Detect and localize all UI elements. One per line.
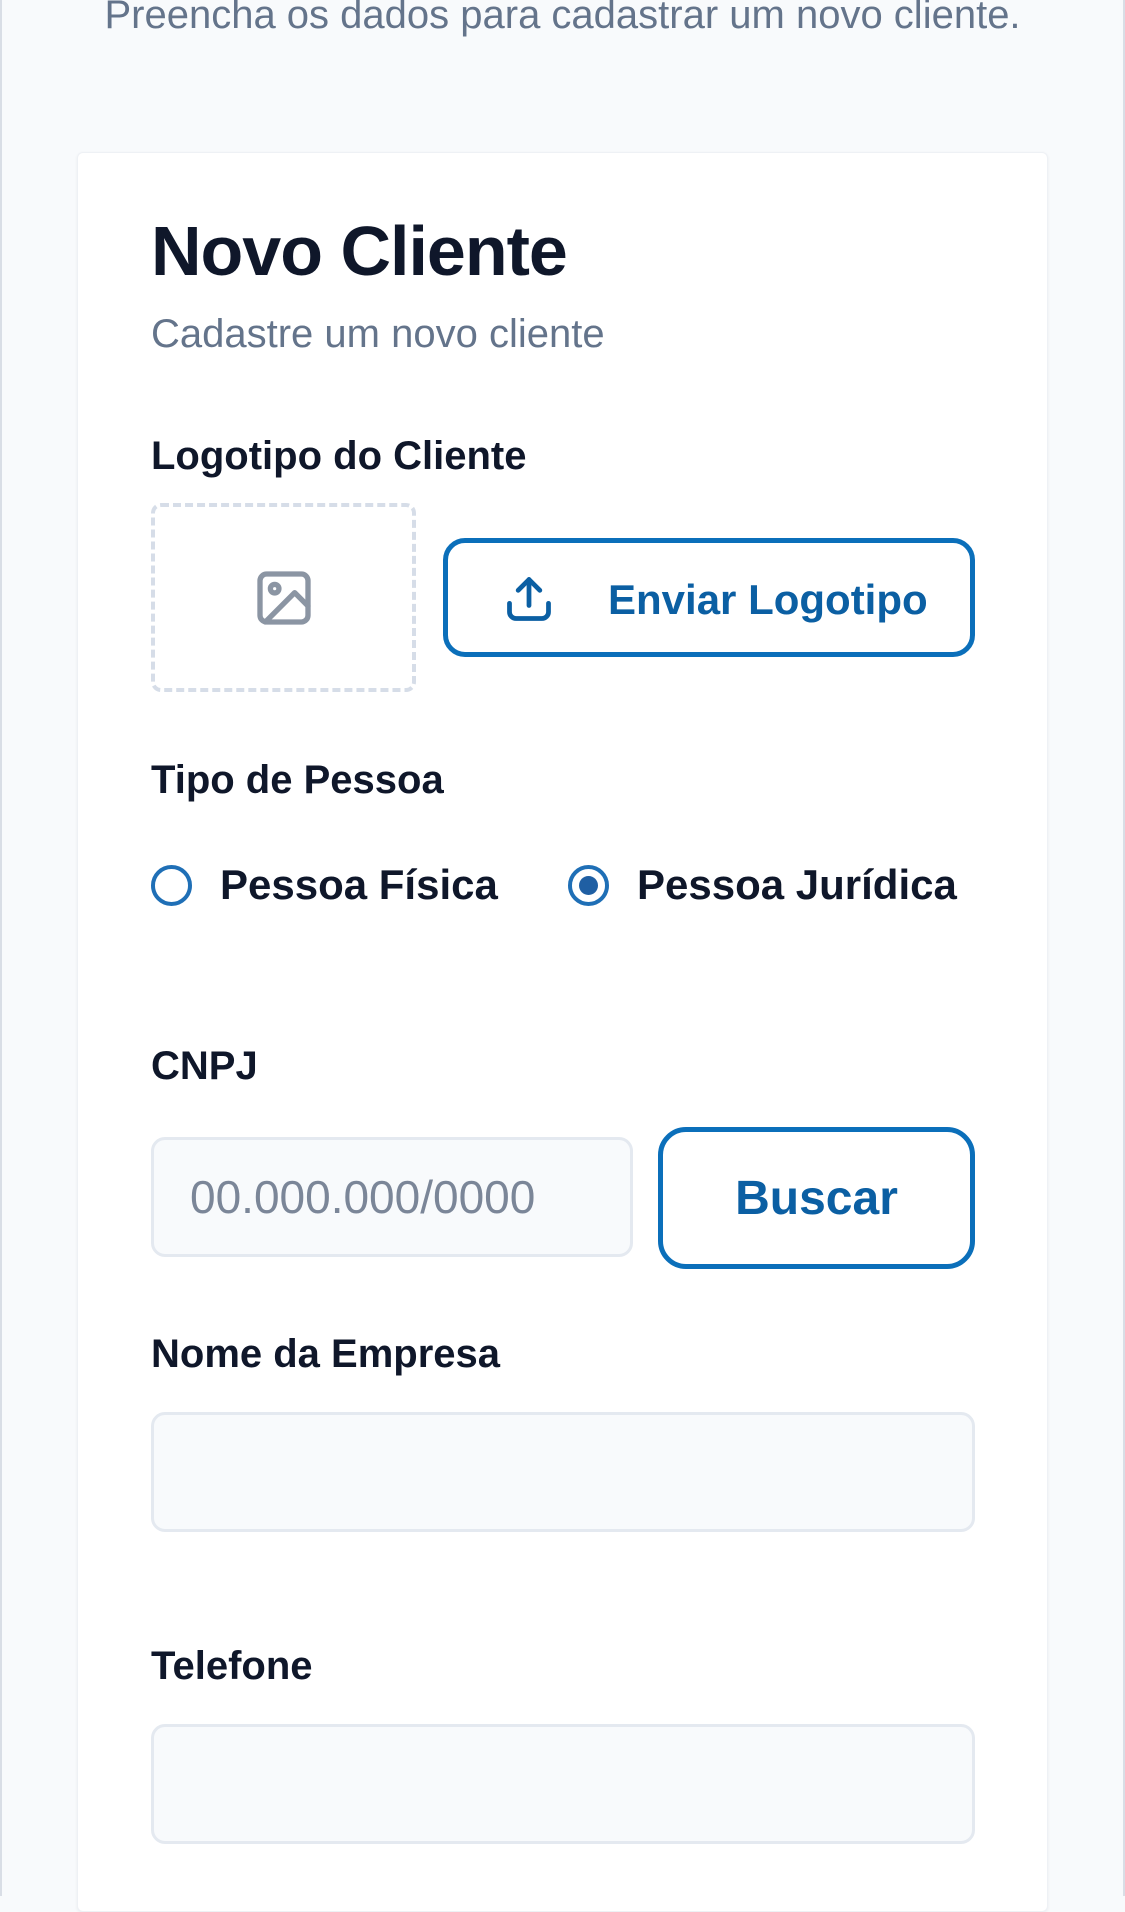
upload-logo-label: Enviar Logotipo <box>608 576 928 623</box>
radio-pessoa-juridica[interactable]: Pessoa Jurídica <box>568 860 957 910</box>
logo-preview-placeholder[interactable] <box>151 503 416 692</box>
upload-icon <box>507 577 551 621</box>
company-name-input[interactable] <box>151 1412 975 1532</box>
new-client-form-card: Novo Cliente Cadastre um novo cliente Lo… <box>77 152 1048 1912</box>
search-cnpj-button[interactable]: Buscar <box>658 1127 975 1269</box>
image-icon <box>256 570 311 625</box>
radio-pessoa-fisica[interactable]: Pessoa Física <box>151 860 498 910</box>
phone-label: Telefone <box>151 1644 313 1688</box>
radio-circle-selected[interactable] <box>568 864 609 906</box>
radio-circle[interactable] <box>151 864 192 906</box>
form-title: Novo Cliente <box>151 212 568 290</box>
phone-input[interactable] <box>151 1724 975 1844</box>
radio-label: Pessoa Física <box>220 861 498 908</box>
radio-label: Pessoa Jurídica <box>637 861 957 908</box>
cnpj-input[interactable] <box>151 1137 633 1257</box>
person-type-label: Tipo de Pessoa <box>151 758 444 802</box>
form-subtitle: Cadastre um novo cliente <box>151 312 605 356</box>
logo-label: Logotipo do Cliente <box>151 434 527 478</box>
upload-logo-button[interactable]: Enviar Logotipo <box>443 538 975 657</box>
cnpj-label: CNPJ <box>151 1044 258 1088</box>
page-subtitle: Preencha os dados para cadastrar um novo… <box>104 0 1021 37</box>
company-name-label: Nome da Empresa <box>151 1332 501 1376</box>
